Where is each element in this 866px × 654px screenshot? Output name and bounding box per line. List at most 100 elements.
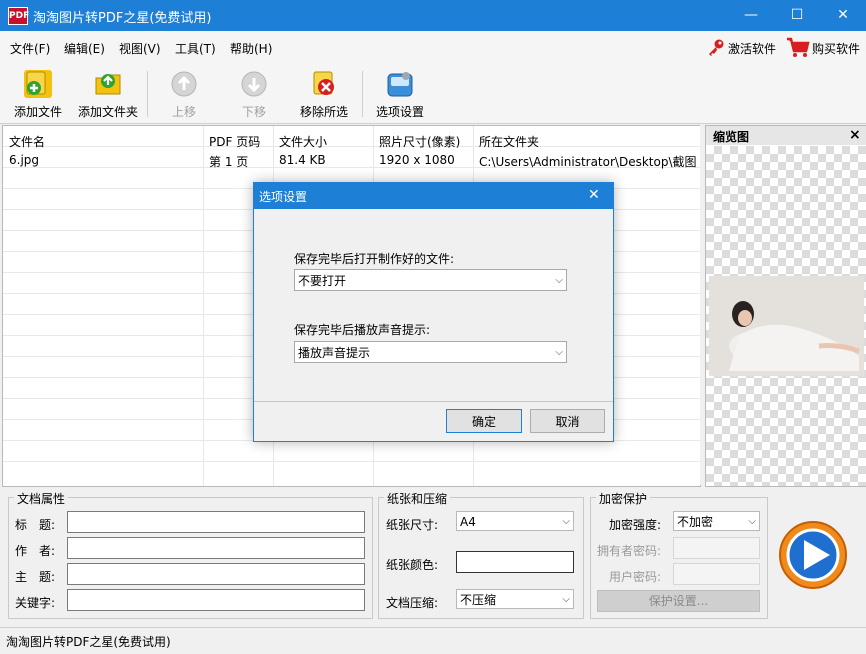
move-up-button[interactable]: 上移 <box>154 63 214 123</box>
table-cell-folder[interactable]: C:\Users\Administrator\Desktop\截图... <box>479 153 697 170</box>
thumbnail-header: 缩览图 × <box>706 126 866 145</box>
key-icon <box>706 38 726 61</box>
add-folder-icon <box>94 70 122 98</box>
dialog-cancel-button[interactable]: 取消 <box>530 409 605 433</box>
add-folder-button[interactable]: 添加文件夹 <box>74 63 142 123</box>
menu-view[interactable]: 视图(V) <box>119 40 161 57</box>
table-cell-page[interactable]: 第 1 页 <box>209 153 248 170</box>
chevron-down-icon: ⌵ <box>555 347 563 358</box>
column-header-filename[interactable]: 文件名 <box>9 133 45 150</box>
chevron-down-icon: ⌵ <box>748 516 756 527</box>
move-down-icon <box>240 70 268 98</box>
open-after-save-label: 保存完毕后打开制作好的文件: <box>294 252 455 266</box>
subject-input[interactable] <box>67 563 365 585</box>
app-icon: PDF <box>8 7 29 25</box>
column-header-dimensions[interactable]: 照片尺寸(像素) <box>379 133 460 150</box>
dialog-title: 选项设置 <box>259 190 308 204</box>
column-header-folder[interactable]: 所在文件夹 <box>479 133 539 150</box>
move-up-icon <box>170 70 198 98</box>
title-bar: PDF 淘淘图片转PDF之星(免费试用) — ☐ ✕ <box>0 0 866 31</box>
table-cell-size[interactable]: 81.4 KB <box>279 153 326 167</box>
keywords-label: 关键字: <box>15 596 56 610</box>
title-label: 标 题: <box>15 518 56 532</box>
maximize-button[interactable]: ☐ <box>774 0 820 31</box>
paper-color-picker[interactable] <box>456 551 574 573</box>
minimize-button[interactable]: — <box>728 0 774 31</box>
toolbar-separator <box>362 71 363 117</box>
table-cell-dimensions[interactable]: 1920 x 1080 <box>379 153 455 167</box>
paper-group: 纸张和压缩 纸张尺寸: A4 ⌵ 纸张颜色: 文档压缩: 不压缩 ⌵ <box>378 490 584 619</box>
remove-selected-button[interactable]: 移除所选 <box>292 63 356 123</box>
options-button[interactable]: 选项设置 <box>370 63 430 123</box>
encryption-strength-value: 不加密 <box>677 515 714 529</box>
doc-properties-legend: 文档属性 <box>14 490 69 507</box>
dialog-title-bar: 选项设置 ✕ <box>254 183 613 209</box>
menu-help[interactable]: 帮助(H) <box>230 40 272 57</box>
user-password-input[interactable] <box>673 563 760 585</box>
options-label: 选项设置 <box>375 105 424 119</box>
protect-settings-button[interactable]: 保护设置... <box>597 590 760 612</box>
compression-select[interactable]: 不压缩 ⌵ <box>456 589 574 609</box>
encryption-legend: 加密保护 <box>596 490 651 507</box>
row-divider <box>3 146 700 147</box>
add-file-button[interactable]: 添加文件 <box>8 63 68 123</box>
sound-after-save-value: 播放声音提示 <box>298 346 371 360</box>
chevron-down-icon: ⌵ <box>555 275 563 286</box>
add-folder-label: 添加文件夹 <box>77 105 138 119</box>
column-divider <box>203 126 204 486</box>
remove-selected-label: 移除所选 <box>299 105 348 119</box>
start-convert-button[interactable] <box>778 520 848 590</box>
splitter[interactable] <box>700 125 704 485</box>
paper-size-value: A4 <box>460 515 476 529</box>
toolbar: 添加文件 添加文件夹 上移 下移 移除所选 选项设置 <box>0 63 866 124</box>
thumbnail-image <box>709 276 864 376</box>
owner-password-label: 拥有者密码: <box>597 544 662 558</box>
remove-selected-icon <box>310 70 338 98</box>
open-after-save-select[interactable]: 不要打开 ⌵ <box>294 269 567 291</box>
paper-legend: 纸张和压缩 <box>384 490 451 507</box>
chevron-down-icon: ⌵ <box>562 594 570 605</box>
open-after-save-value: 不要打开 <box>298 274 347 288</box>
thumbnail-close-icon[interactable]: × <box>849 127 861 143</box>
close-button[interactable]: ✕ <box>820 0 866 31</box>
dialog-close-icon[interactable]: ✕ <box>588 187 600 203</box>
thumbnail-canvas <box>706 146 866 486</box>
keywords-input[interactable] <box>67 589 365 611</box>
dialog-divider <box>254 401 613 402</box>
encryption-group: 加密保护 加密强度: 不加密 ⌵ 拥有者密码: 用户密码: 保护设置... <box>590 490 768 619</box>
column-header-page[interactable]: PDF 页码 <box>209 133 260 150</box>
compression-value: 不压缩 <box>460 593 497 607</box>
sound-after-save-label: 保存完毕后播放声音提示: <box>294 323 431 337</box>
author-label: 作 者: <box>15 544 56 558</box>
buy-label: 购买软件 <box>812 42 861 56</box>
menu-tools[interactable]: 工具(T) <box>175 40 216 57</box>
dialog-ok-button[interactable]: 确定 <box>446 409 522 433</box>
owner-password-input[interactable] <box>673 537 760 559</box>
add-file-label: 添加文件 <box>13 105 62 119</box>
add-file-icon <box>24 70 52 98</box>
options-icon <box>386 70 414 98</box>
user-password-label: 用户密码: <box>609 570 662 584</box>
menu-edit[interactable]: 编辑(E) <box>64 40 105 57</box>
options-dialog: 选项设置 ✕ 保存完毕后打开制作好的文件: 不要打开 ⌵ 保存完毕后播放声音提示… <box>253 182 614 442</box>
column-header-size[interactable]: 文件大小 <box>279 133 327 150</box>
sound-after-save-select[interactable]: 播放声音提示 ⌵ <box>294 341 567 363</box>
move-down-button[interactable]: 下移 <box>224 63 284 123</box>
paper-size-label: 纸张尺寸: <box>386 518 439 532</box>
title-input[interactable] <box>67 511 365 533</box>
encryption-strength-select[interactable]: 不加密 ⌵ <box>673 511 760 531</box>
cart-icon <box>786 37 810 62</box>
subject-label: 主 题: <box>15 570 56 584</box>
window-title: 淘淘图片转PDF之星(免费试用) <box>33 11 212 26</box>
table-cell-filename[interactable]: 6.jpg <box>9 153 39 167</box>
encryption-strength-label: 加密强度: <box>609 518 662 532</box>
author-input[interactable] <box>67 537 365 559</box>
move-down-label: 下移 <box>241 105 266 119</box>
play-icon <box>778 521 848 593</box>
thumbnail-title: 缩览图 <box>713 130 750 144</box>
paper-size-select[interactable]: A4 ⌵ <box>456 511 574 531</box>
move-up-label: 上移 <box>171 105 196 119</box>
toolbar-separator <box>147 71 148 117</box>
row-divider <box>3 461 700 462</box>
menu-file[interactable]: 文件(F) <box>10 40 50 57</box>
